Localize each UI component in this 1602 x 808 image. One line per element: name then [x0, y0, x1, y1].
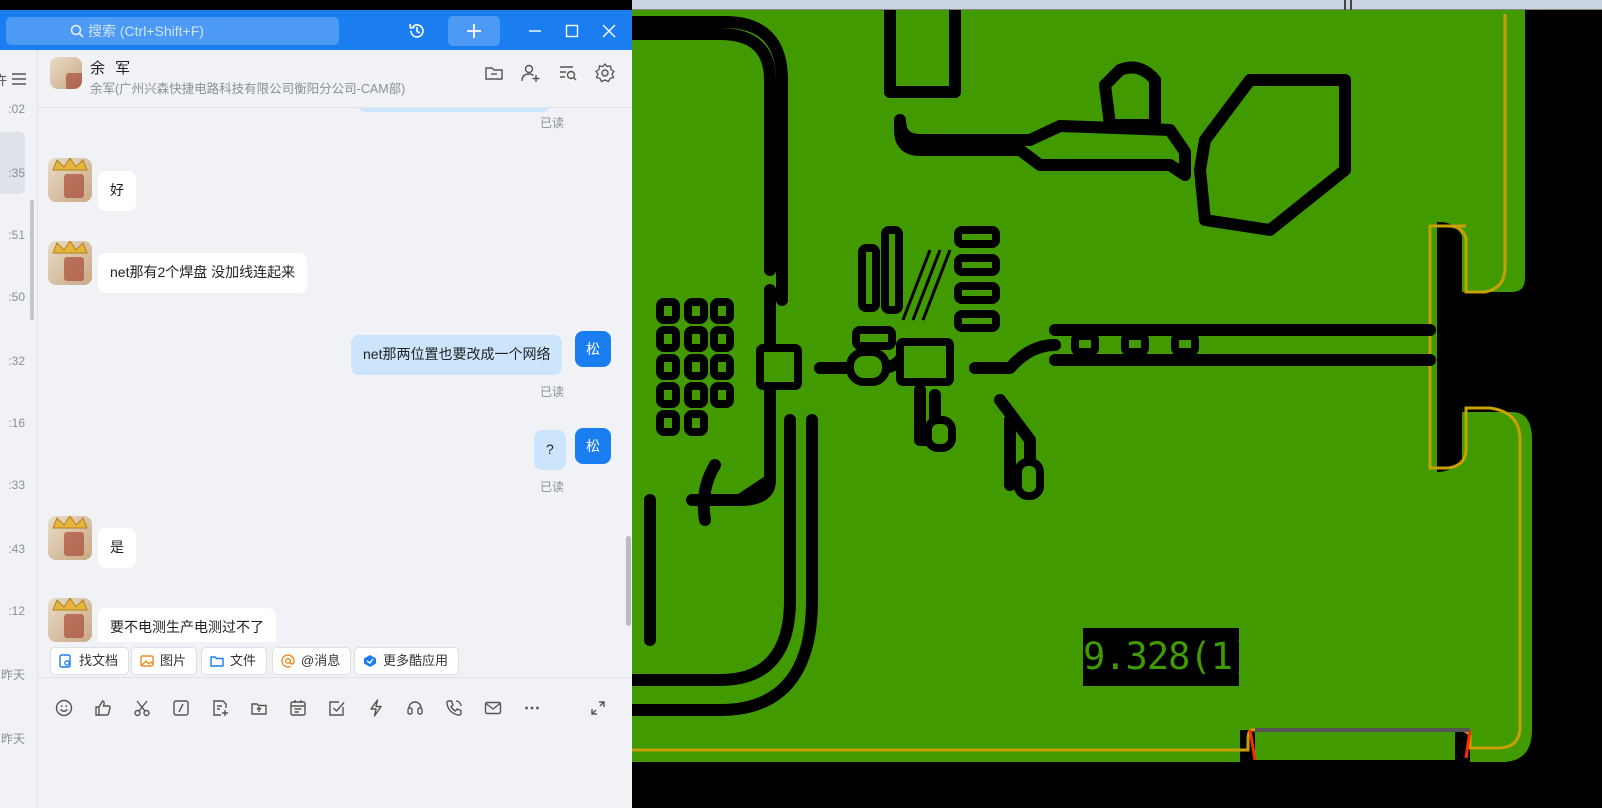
find-doc-label: 找文档: [79, 653, 119, 668]
chat-header: 余 军 余军(广州兴森快捷电路科技有限公司衡阳分公司-CAM部): [38, 50, 632, 108]
read-status: 已读: [540, 385, 565, 399]
quick-action-bar: 找文档 图片 文件 @消息 更多酷应用: [38, 642, 632, 678]
message-bubble[interactable]: 要不电测生产电测过不了: [98, 608, 276, 642]
sender-avatar[interactable]: [48, 241, 92, 285]
contact-organization: 余军(广州兴森快捷电路科技有限公司衡阳分公司-CAM部): [90, 82, 406, 96]
file-button[interactable]: 文件: [201, 647, 268, 675]
todo-check-icon[interactable]: [327, 698, 347, 718]
at-icon: [281, 654, 295, 668]
sender-avatar[interactable]: [48, 516, 92, 560]
chat-window: 搜索 (Ctrl+Shift+F) 许 :02 :35 :51 :50 :32 …: [0, 10, 632, 808]
close-icon: [602, 24, 616, 38]
pcb-window-frame: [632, 0, 1602, 10]
message-bubble[interactable]: 是: [98, 528, 136, 568]
document-search-icon: [59, 654, 71, 668]
conversation-time: :16: [8, 416, 25, 430]
my-avatar[interactable]: 松: [575, 428, 611, 464]
close-button[interactable]: [599, 16, 619, 46]
more-apps-button[interactable]: 更多酷应用: [354, 647, 460, 675]
minimize-button[interactable]: [525, 16, 545, 46]
message-bubble-mine[interactable]: net那两位置也要改成一个网络: [351, 335, 563, 375]
contact-avatar[interactable]: [50, 57, 82, 89]
search-input[interactable]: 搜索 (Ctrl+Shift+F): [6, 17, 339, 45]
conversation-scrollbar[interactable]: [30, 200, 34, 320]
conversation-time: :43: [8, 542, 25, 556]
conversation-time: :02: [8, 102, 25, 116]
conversation-time: :32: [8, 354, 25, 368]
conversation-list[interactable]: 许 :02 :35 :51 :50 :32 :16 :33 :43 :12 昨天…: [0, 50, 38, 808]
sender-avatar[interactable]: [48, 598, 92, 642]
search-history-icon[interactable]: [557, 62, 579, 84]
maximize-button[interactable]: [562, 16, 582, 46]
message-input[interactable]: [38, 726, 632, 808]
message-scrollbar[interactable]: [626, 536, 631, 626]
history-button[interactable]: [403, 16, 431, 46]
emoji-icon[interactable]: [54, 698, 74, 718]
thumbs-up-icon[interactable]: [93, 698, 113, 718]
image-button[interactable]: 图片: [131, 647, 198, 675]
conversation-time: 昨天: [0, 668, 25, 682]
conversation-time: :51: [8, 228, 25, 242]
conversation-time: :12: [8, 604, 25, 618]
conversation-time: :50: [8, 290, 25, 304]
pcb-dimension-label: 9.328(1): [1083, 628, 1254, 686]
menu-icon[interactable]: [12, 72, 26, 90]
message-bubble-partial: [358, 108, 550, 112]
image-icon: [140, 655, 154, 667]
more-apps-label: 更多酷应用: [383, 653, 449, 668]
slash-command-icon[interactable]: [171, 698, 191, 718]
conversation-time: :35: [8, 166, 25, 180]
find-doc-button[interactable]: 找文档: [50, 647, 130, 675]
conversation-item-active[interactable]: [0, 132, 25, 194]
folder-icon: [210, 656, 224, 667]
sender-avatar[interactable]: [48, 158, 92, 202]
conversation-time: 昨天: [0, 732, 25, 746]
conversation-list-header: 许: [0, 73, 8, 88]
title-bar: 搜索 (Ctrl+Shift+F): [0, 10, 632, 50]
maximize-icon: [565, 24, 579, 38]
new-doc-icon[interactable]: [210, 698, 230, 718]
read-status: 已读: [540, 116, 565, 130]
folder-icon[interactable]: [483, 62, 505, 84]
message-bubble-mine[interactable]: ?: [534, 430, 566, 470]
calendar-icon[interactable]: [288, 698, 308, 718]
voice-call-icon[interactable]: [405, 698, 425, 718]
mail-icon[interactable]: [483, 698, 503, 718]
history-icon: [409, 23, 424, 38]
message-bubble[interactable]: net那有2个焊盘 没加线连起来: [98, 253, 308, 293]
minimize-icon: [529, 30, 541, 32]
phone-icon[interactable]: [444, 698, 464, 718]
settings-gear-icon[interactable]: [594, 62, 616, 84]
expand-icon[interactable]: [588, 698, 608, 718]
contact-name[interactable]: 余 军: [90, 57, 133, 78]
search-icon: [70, 17, 86, 45]
image-label: 图片: [160, 653, 187, 668]
conversation-time: :33: [8, 478, 25, 492]
my-avatar[interactable]: 松: [575, 331, 611, 367]
apps-icon: [364, 655, 376, 667]
read-status: 已读: [540, 480, 565, 494]
composer-toolbar: [38, 690, 632, 726]
message-bubble[interactable]: 好: [98, 171, 136, 211]
file-label: 文件: [230, 653, 257, 668]
more-icon[interactable]: [522, 698, 542, 718]
plus-icon: [467, 24, 481, 38]
message-list[interactable]: 已读 好 net那有2个焊盘 没加线连起来 net那两位置也要改成一个网络 松 …: [38, 108, 632, 642]
search-placeholder: 搜索 (Ctrl+Shift+F): [88, 23, 204, 39]
lightning-icon[interactable]: [366, 698, 386, 718]
upload-icon[interactable]: [249, 698, 269, 718]
mention-label: @消息: [301, 653, 341, 668]
add-member-icon[interactable]: [520, 62, 542, 84]
add-button[interactable]: [448, 16, 500, 46]
mention-button[interactable]: @消息: [272, 647, 352, 675]
scissors-icon[interactable]: [132, 698, 152, 718]
